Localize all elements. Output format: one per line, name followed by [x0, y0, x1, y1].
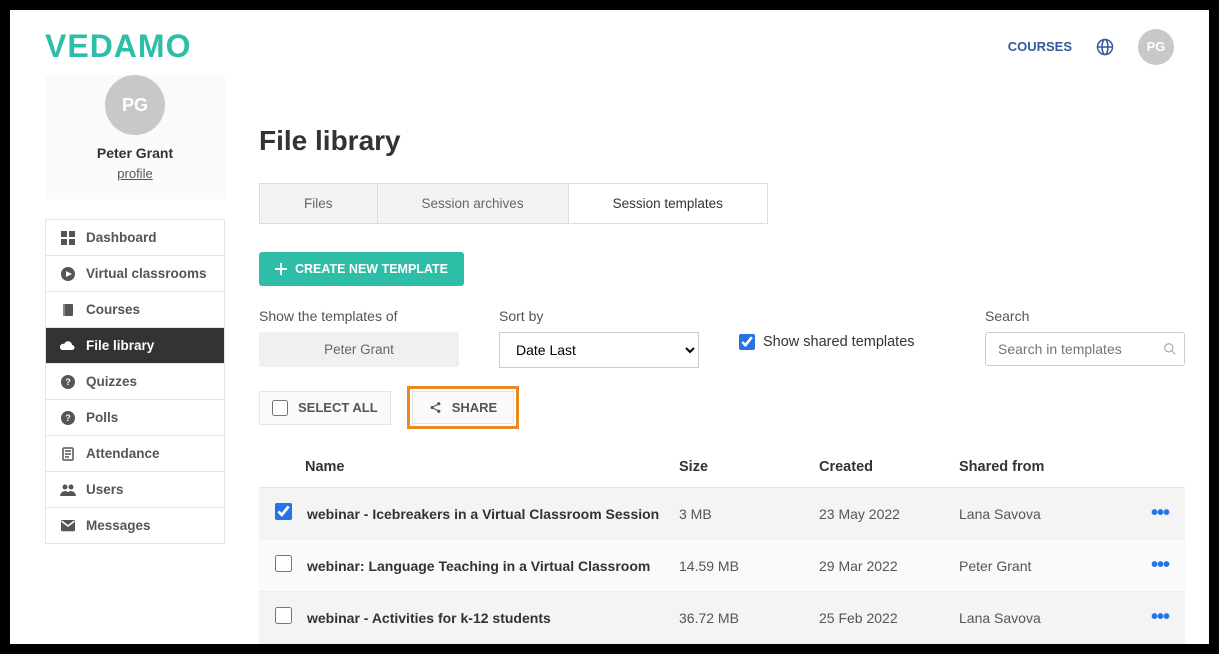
- row-size: 3 MB: [679, 506, 819, 522]
- row-created: 23 May 2022: [819, 506, 959, 522]
- more-icon[interactable]: •••: [1151, 554, 1169, 576]
- sidebar-item-quizzes[interactable]: ? Quizzes: [46, 364, 224, 400]
- select-all-button[interactable]: SELECT ALL: [259, 391, 391, 425]
- show-shared-label: Show shared templates: [763, 334, 915, 350]
- sidebar-item-label: Courses: [86, 302, 140, 317]
- plus-icon: [275, 263, 287, 275]
- sidebar-item-attendance[interactable]: Attendance: [46, 436, 224, 472]
- more-icon[interactable]: •••: [1151, 606, 1169, 628]
- sidebar-item-label: Messages: [86, 518, 151, 533]
- logo: VEDAMO: [45, 28, 191, 65]
- globe-icon[interactable]: [1096, 38, 1114, 56]
- tabs: FilesSession archivesSession templates: [259, 183, 768, 224]
- nav: Dashboard Virtual classrooms Courses File l…: [45, 219, 225, 544]
- envelope-icon: [60, 519, 76, 533]
- row-name: webinar: Language Teaching in a Virtual …: [305, 558, 679, 574]
- row-checkbox[interactable]: [275, 555, 292, 572]
- user-box: PG Peter Grant profile: [45, 75, 225, 199]
- courses-link[interactable]: COURSES: [1008, 39, 1072, 54]
- sidebar-item-messages[interactable]: Messages: [46, 508, 224, 543]
- profile-link[interactable]: profile: [117, 166, 152, 181]
- row-checkbox[interactable]: [275, 503, 292, 520]
- sidebar-item-label: Polls: [86, 410, 118, 425]
- create-new-template-button[interactable]: CREATE NEW TEMPLATE: [259, 252, 464, 286]
- create-button-label: CREATE NEW TEMPLATE: [295, 262, 448, 276]
- avatar-large: PG: [105, 75, 165, 135]
- table-header: Name Size Created Shared from: [259, 447, 1185, 488]
- row-created: 29 Mar 2022: [819, 558, 959, 574]
- header: VEDAMO COURSES PG: [10, 10, 1209, 75]
- search-label: Search: [985, 308, 1185, 324]
- row-size: 14.59 MB: [679, 558, 819, 574]
- file-icon: [60, 447, 76, 461]
- sidebar-item-label: Dashboard: [86, 230, 157, 245]
- row-size: 36.72 MB: [679, 610, 819, 626]
- sidebar-item-file-library[interactable]: File library: [46, 328, 224, 364]
- col-name-header: Name: [305, 459, 679, 475]
- search-icon[interactable]: [1163, 342, 1177, 356]
- show-shared-checkbox[interactable]: [739, 334, 755, 350]
- users-icon: [60, 483, 76, 497]
- avatar[interactable]: PG: [1138, 29, 1174, 65]
- share-highlight: SHARE: [407, 386, 520, 429]
- tab-session-templates[interactable]: Session templates: [569, 184, 767, 223]
- dashboard-icon: [60, 231, 76, 245]
- sidebar-item-label: Attendance: [86, 446, 160, 461]
- table-row: webinar - Icebreakers in a Virtual Class…: [259, 488, 1185, 540]
- row-checkbox[interactable]: [275, 607, 292, 624]
- more-icon[interactable]: •••: [1151, 502, 1169, 524]
- page-title: File library: [259, 105, 1185, 157]
- row-shared-from: Lana Savova: [959, 610, 1119, 626]
- sidebar-item-dashboard[interactable]: Dashboard: [46, 220, 224, 256]
- select-all-label: SELECT ALL: [298, 400, 378, 415]
- user-name: Peter Grant: [55, 145, 215, 161]
- svg-text:?: ?: [65, 377, 71, 387]
- sort-filter: Sort by Date Last: [499, 308, 699, 368]
- sidebar-item-label: Users: [86, 482, 124, 497]
- search-input[interactable]: [985, 332, 1185, 366]
- col-shared-header: Shared from: [959, 459, 1119, 475]
- main: File library FilesSession archivesSessio…: [225, 75, 1209, 644]
- owner-filter-value[interactable]: Peter Grant: [259, 332, 459, 367]
- row-name: webinar - Activities for k-12 students: [305, 610, 679, 626]
- tab-files[interactable]: Files: [260, 184, 378, 223]
- play-icon: [60, 267, 76, 281]
- row-shared-from: Lana Savova: [959, 506, 1119, 522]
- col-size-header: Size: [679, 459, 819, 475]
- sidebar-item-label: Virtual classrooms: [86, 266, 207, 281]
- question-icon: ?: [60, 375, 76, 389]
- sort-select[interactable]: Date Last: [499, 332, 699, 368]
- col-created-header: Created: [819, 459, 959, 475]
- table-row: webinar - Activities for k-12 students36…: [259, 592, 1185, 644]
- row-shared-from: Peter Grant: [959, 558, 1119, 574]
- sidebar-item-users[interactable]: Users: [46, 472, 224, 508]
- sidebar-item-polls[interactable]: ? Polls: [46, 400, 224, 436]
- sidebar: PG Peter Grant profile Dashboard Virtual …: [45, 75, 225, 644]
- share-icon: [429, 401, 442, 414]
- share-button[interactable]: SHARE: [412, 391, 515, 424]
- sidebar-item-courses[interactable]: Courses: [46, 292, 224, 328]
- row-created: 25 Feb 2022: [819, 610, 959, 626]
- sidebar-item-label: File library: [86, 338, 154, 353]
- templates-table: Name Size Created Shared from webinar - …: [259, 447, 1185, 644]
- tab-session-archives[interactable]: Session archives: [378, 184, 569, 223]
- sidebar-item-virtual-classrooms[interactable]: Virtual classrooms: [46, 256, 224, 292]
- book-icon: [60, 303, 76, 317]
- question-icon: ?: [60, 411, 76, 425]
- search-filter: Search: [985, 308, 1185, 366]
- svg-text:?: ?: [65, 413, 71, 423]
- owner-filter-label: Show the templates of: [259, 308, 459, 324]
- share-label: SHARE: [452, 400, 498, 415]
- show-shared-checkbox-row[interactable]: Show shared templates: [739, 308, 915, 350]
- table-row: webinar: Language Teaching in a Virtual …: [259, 540, 1185, 592]
- sidebar-item-label: Quizzes: [86, 374, 137, 389]
- sort-filter-label: Sort by: [499, 308, 699, 324]
- row-name: webinar - Icebreakers in a Virtual Class…: [305, 506, 679, 522]
- select-all-checkbox[interactable]: [272, 400, 288, 416]
- cloud-icon: [60, 339, 76, 353]
- owner-filter: Show the templates of Peter Grant: [259, 308, 459, 367]
